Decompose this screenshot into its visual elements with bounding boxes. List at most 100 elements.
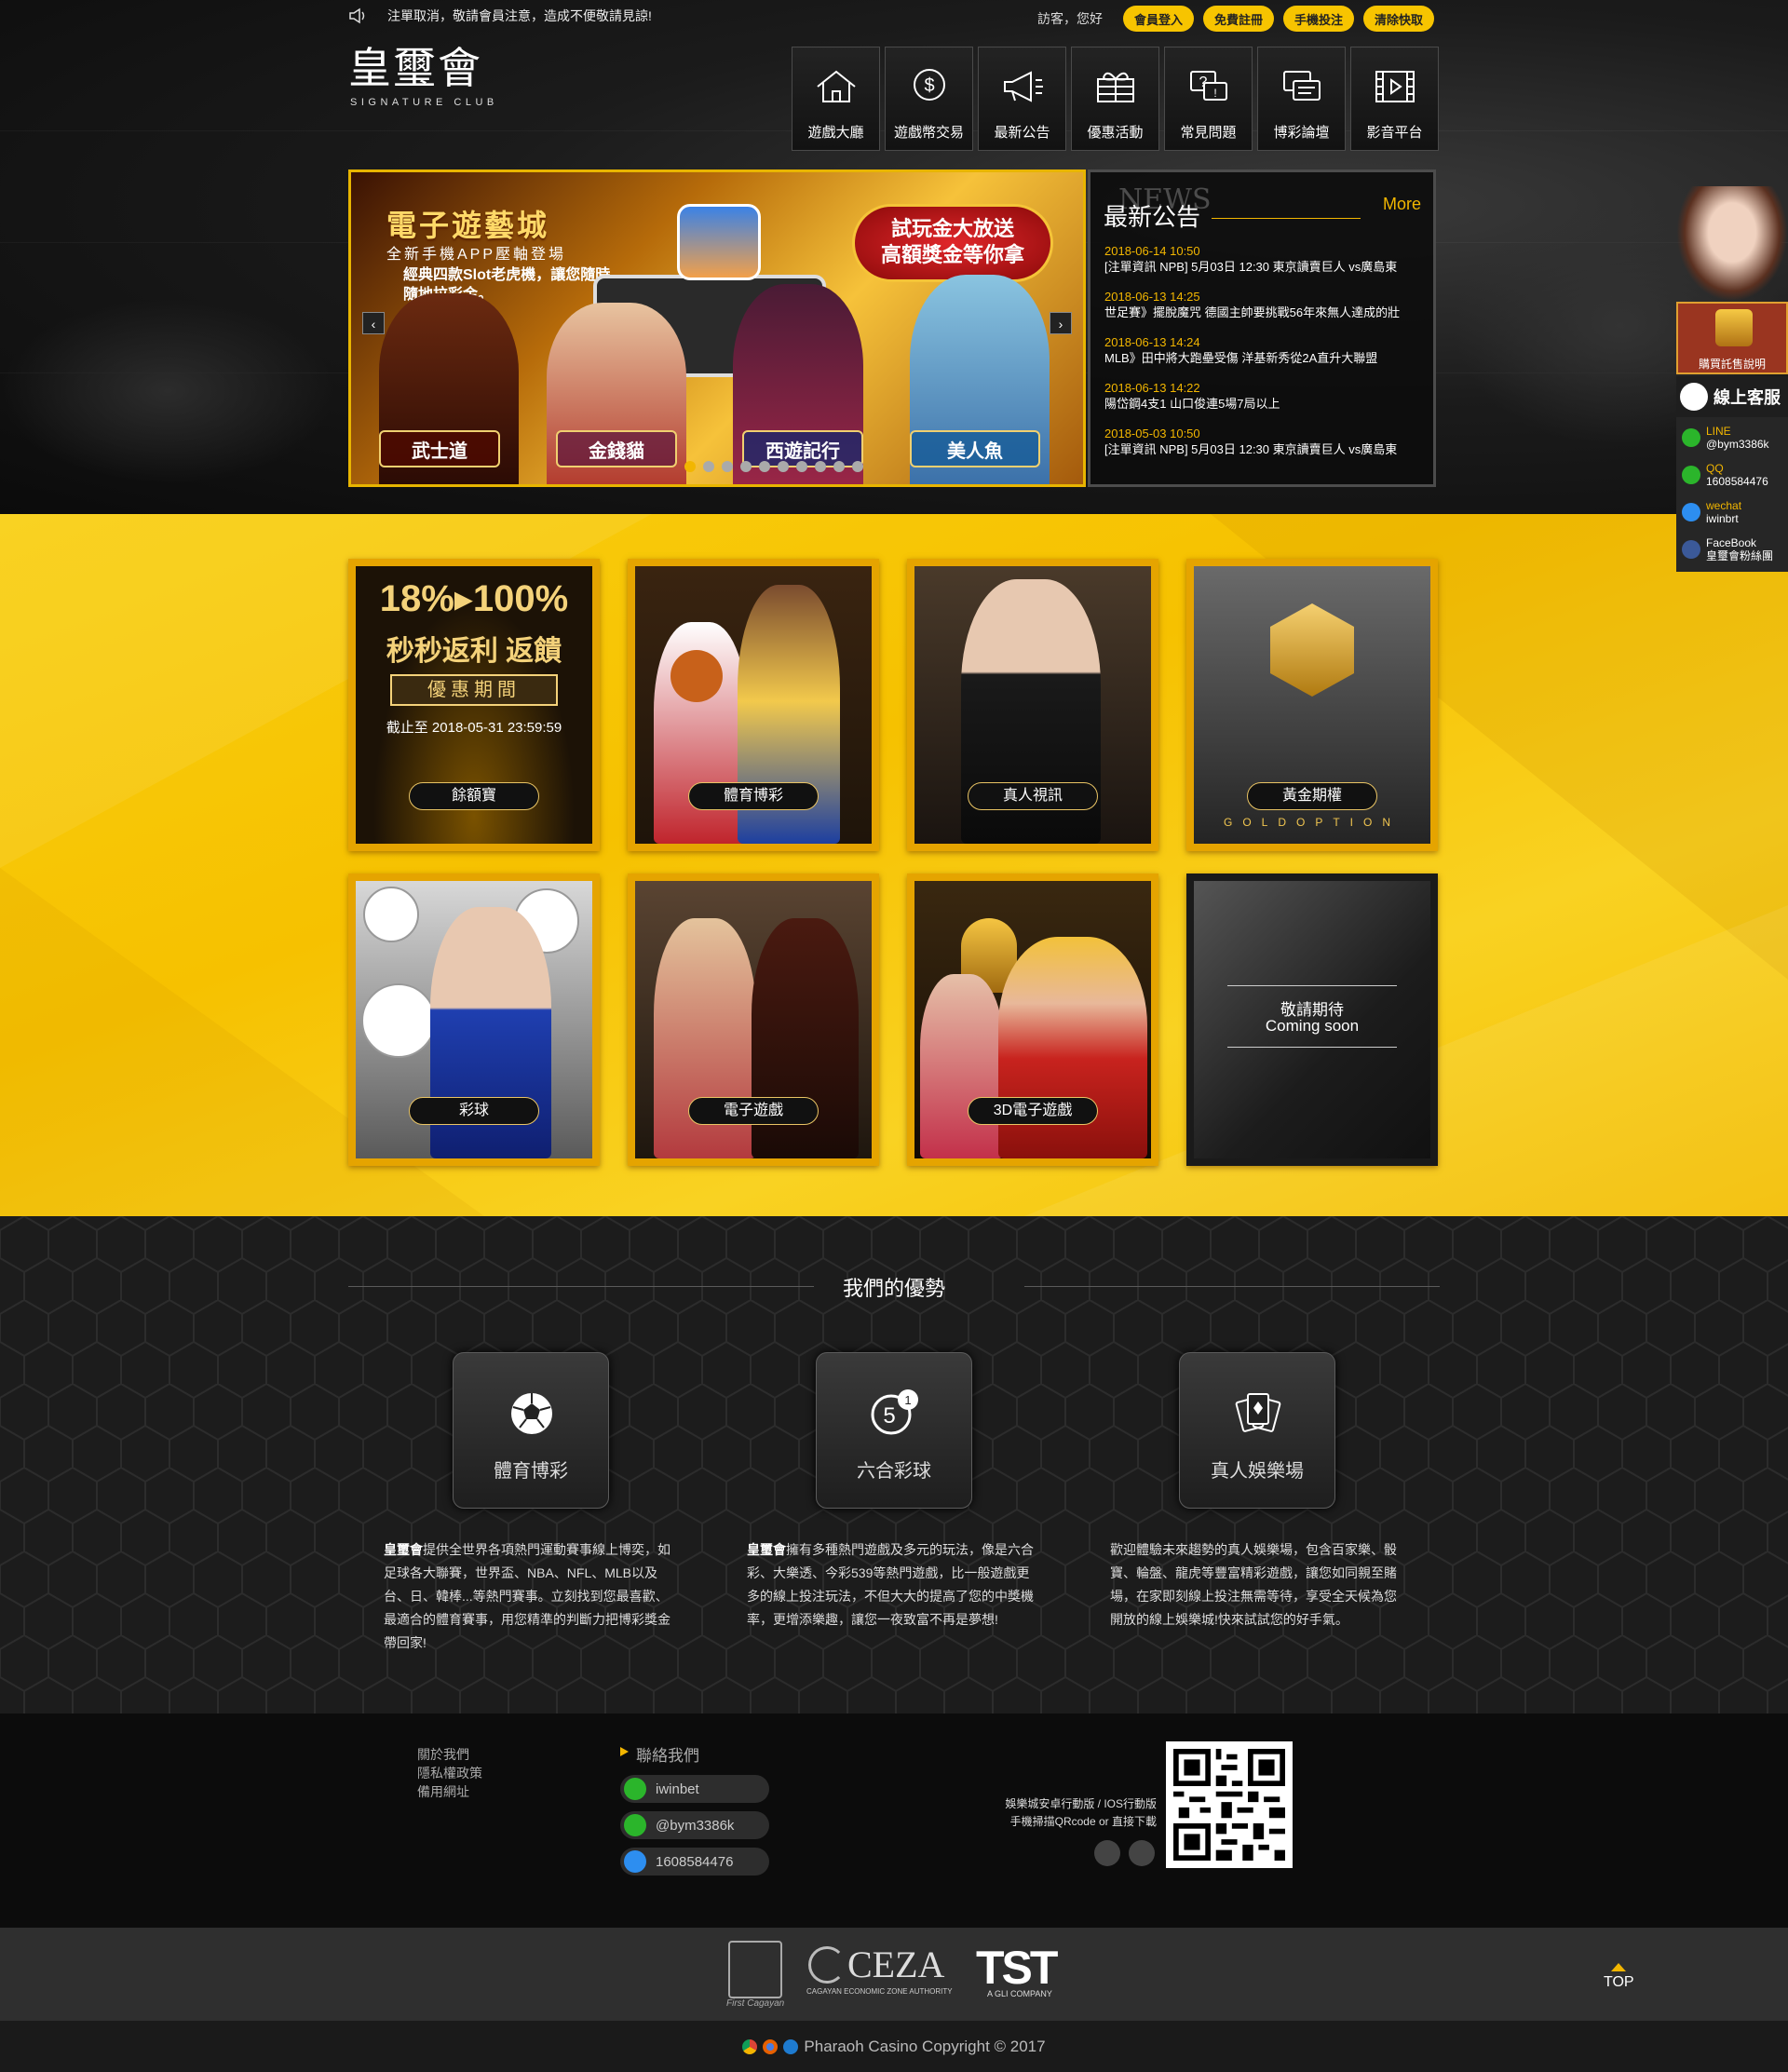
carousel-prev-button[interactable]: ‹ — [362, 312, 385, 334]
contact-value: @bym3386k — [656, 1817, 735, 1834]
tile-label[interactable]: 3D電子遊戲 — [968, 1097, 1098, 1125]
hero-banner-carousel[interactable]: 電子遊藝城 全新手機APP壓軸登場 經典四款Slot老虎機，讓您隨時隨地拉彩金。… — [348, 169, 1086, 487]
nav-media[interactable]: 影音平台 — [1350, 47, 1439, 151]
contact-qq[interactable]: 1608584476 — [620, 1848, 769, 1876]
soccer-ball-icon — [511, 1393, 552, 1434]
logo-title[interactable]: 皇璽會 — [348, 47, 482, 89]
nav-forum[interactable]: 博彩論壇 — [1257, 47, 1346, 151]
home-icon — [816, 70, 856, 102]
carousel-dot[interactable] — [833, 461, 845, 472]
game-tile-lottery[interactable]: 彩球 — [348, 873, 600, 1166]
news-more-link[interactable]: More — [1383, 195, 1421, 214]
tile-label[interactable]: 真人視訊 — [968, 782, 1098, 810]
news-title: 最新公告 — [1104, 203, 1201, 231]
carousel-dot[interactable] — [703, 461, 714, 472]
game-tile-sports[interactable]: 體育博彩 — [628, 559, 879, 851]
back-to-top-button[interactable]: TOP — [1604, 1974, 1634, 1991]
arrow-up-icon[interactable] — [1611, 1963, 1626, 1971]
clear-cache-button[interactable]: 清除快取 — [1363, 6, 1434, 32]
footer: 關於我們 隱私權政策 備用網址 聯絡我們 iwinbet @bym3386k 1… — [0, 1713, 1788, 1928]
tile-label[interactable]: 黃金期權 — [1247, 782, 1377, 810]
news-item[interactable]: 2018-06-13 14:22 陽岱鋼4支1 山口俊連5場7局以上 — [1104, 380, 1280, 412]
tile-image: 敬請期待 Coming soon — [1194, 881, 1430, 1158]
carousel-dot[interactable] — [759, 461, 770, 472]
mobile-bet-button[interactable]: 手機投注 — [1283, 6, 1354, 32]
promo-title: 秒秒返利 返饋 — [386, 636, 562, 667]
contact-line[interactable]: @bym3386k — [620, 1811, 769, 1839]
online-service-label: 線上客服 — [1714, 388, 1781, 407]
wechat-icon — [1682, 503, 1700, 521]
nav-label: 常見問題 — [1180, 125, 1237, 141]
side-contact-qq[interactable]: QQ 1608584476 — [1676, 456, 1788, 494]
logo-subtitle: SIGNATURE CLUB — [350, 97, 498, 108]
side-contact-facebook[interactable]: FaceBook 皇璽會粉絲團 — [1676, 531, 1788, 568]
nav-faq[interactable]: ?! 常見問題 — [1164, 47, 1253, 151]
promo-deadline: 截止至 2018-05-31 23:59:59 — [386, 720, 562, 736]
contact-title: 聯絡我們 — [636, 1747, 699, 1765]
coming-soon-en: Coming soon — [1265, 1017, 1360, 1035]
carousel-dot[interactable] — [740, 461, 752, 472]
news-date: 2018-06-13 14:22 — [1104, 381, 1200, 395]
goldoption-logo-icon — [1270, 603, 1354, 697]
login-button[interactable]: 會員登入 — [1123, 6, 1194, 32]
speaker-icon — [349, 7, 365, 24]
tile-label[interactable]: 電子遊戲 — [688, 1097, 819, 1125]
carousel-dot[interactable] — [722, 461, 733, 472]
nav-promotions[interactable]: 優惠活動 — [1071, 47, 1159, 151]
game-tile-slots[interactable]: 電子遊戲 — [628, 873, 879, 1166]
copyright-bar: Pharaoh Casino Copyright © 2017 — [0, 2021, 1788, 2072]
advantage-card-sports[interactable]: 體育博彩 — [453, 1352, 609, 1509]
dollar-coin-icon: $ — [913, 69, 945, 101]
carousel-dot[interactable] — [796, 461, 807, 472]
banner-subtitle: 全新手機APP壓軸登場 — [386, 247, 567, 263]
carousel-dot[interactable] — [778, 461, 789, 472]
tile-label[interactable]: 餘額寶 — [409, 782, 539, 810]
app-text-line: 手機掃描QRcode or 直接下載 — [1009, 1815, 1157, 1828]
news-date: 2018-06-13 14:25 — [1104, 290, 1200, 304]
news-title-underline — [1212, 218, 1361, 219]
footer-link-about[interactable]: 關於我們 — [417, 1745, 469, 1764]
partner-caption: CAGAYAN ECONOMIC ZONE AUTHORITY — [806, 1987, 953, 1996]
ceza-logo-icon — [808, 1946, 846, 1984]
contact-value: 1608584476 — [1706, 475, 1768, 488]
carousel-dot[interactable] — [852, 461, 863, 472]
arrow-right-icon — [620, 1747, 629, 1756]
purchase-info-button[interactable]: 購買託售說明 — [1676, 302, 1788, 374]
nav-coin-trade[interactable]: $ 遊戲幣交易 — [885, 47, 973, 151]
news-item[interactable]: 2018-06-13 14:25 世足賽》擺脫魔咒 德國主帥要挑戰56年來無人達成… — [1104, 289, 1400, 320]
contact-value: @bym3386k — [1706, 438, 1769, 451]
apple-icon[interactable] — [1129, 1840, 1155, 1866]
online-service-button[interactable]: 線上客服 — [1676, 376, 1788, 417]
news-item[interactable]: 2018-05-03 10:50 [注單資訊 NPB] 5月03日 12:30 東… — [1104, 426, 1397, 457]
android-icon[interactable] — [1094, 1840, 1120, 1866]
carousel-dot[interactable] — [815, 461, 826, 472]
news-item[interactable]: 2018-06-14 10:50 [注單資訊 NPB] 5月03日 12:30 東… — [1104, 243, 1397, 275]
nav-label: 博彩論壇 — [1273, 125, 1330, 141]
game-tile-live-video[interactable]: 真人視訊 — [907, 559, 1158, 851]
carousel-dot[interactable] — [684, 461, 696, 472]
advantage-card-live-casino[interactable]: 真人娛樂場 — [1179, 1352, 1335, 1509]
svg-text:$: $ — [924, 75, 934, 96]
news-text: [注單資訊 NPB] 5月03日 12:30 東京讀賣巨人 vs廣島東 — [1104, 442, 1398, 456]
carousel-next-button[interactable]: › — [1050, 312, 1072, 334]
news-item[interactable]: 2018-06-13 14:24 MLB》田中將大跑壘受傷 洋基新秀從2A直升大聯… — [1104, 334, 1377, 366]
register-button[interactable]: 免費註冊 — [1203, 6, 1274, 32]
brand-name: 皇璽會 — [384, 1542, 423, 1557]
side-contact-line[interactable]: LINE @bym3386k — [1676, 419, 1788, 456]
tile-label[interactable]: 彩球 — [409, 1097, 539, 1125]
coin-stack-icon — [1715, 309, 1753, 346]
advantage-card-lottery[interactable]: 51 六合彩球 — [816, 1352, 972, 1509]
firefox-icon — [763, 2038, 779, 2054]
character-illustration — [920, 974, 1004, 1158]
nav-game-lobby[interactable]: 遊戲大廳 — [792, 47, 880, 151]
footer-link-privacy[interactable]: 隱私權政策 — [417, 1764, 482, 1782]
game-tile-gold-option[interactable]: GOLDOPTION 黃金期權 — [1186, 559, 1438, 851]
side-contact-wechat[interactable]: wechat iwinbrt — [1676, 494, 1788, 531]
carousel-dots[interactable] — [684, 461, 863, 472]
contact-wechat[interactable]: iwinbet — [620, 1775, 769, 1803]
nav-news[interactable]: 最新公告 — [978, 47, 1066, 151]
footer-link-backup-url[interactable]: 備用網址 — [417, 1782, 469, 1801]
game-tile-3d-slots[interactable]: 3D電子遊戲 — [907, 873, 1158, 1166]
game-tile-balance-treasure[interactable]: 18%▸100% 秒秒返利 返饋 優惠期間 截止至 2018-05-31 23:… — [348, 559, 600, 851]
tile-label[interactable]: 體育博彩 — [688, 782, 819, 810]
